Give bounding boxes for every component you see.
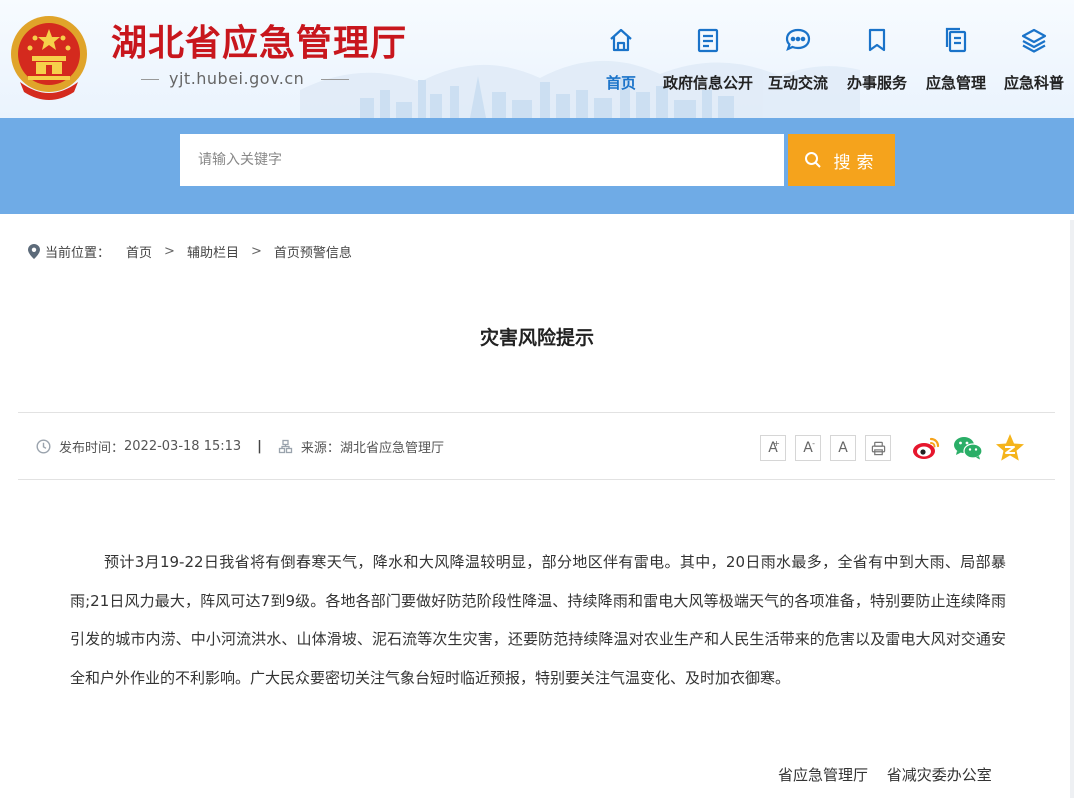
nav-item-emergency-mgmt[interactable]: 应急管理	[922, 22, 990, 102]
nav-item-interaction[interactable]: 互动交流	[764, 22, 832, 102]
source-name: 湖北省应急管理厅	[339, 441, 444, 456]
font-increase-button[interactable]: A +	[760, 435, 786, 461]
site-domain: yjt.hubei.gov.cn	[169, 69, 305, 88]
nav-item-science[interactable]: 应急科普	[1000, 22, 1068, 102]
publish-time-label: 发布时间：	[59, 441, 125, 456]
nav-label: 政府信息公开	[662, 74, 753, 92]
weibo-share-icon[interactable]	[910, 432, 942, 464]
site-header: 湖北省应急管理厅 yjt.hubei.gov.cn 首页 政府信息公开 互动交流	[0, 0, 1074, 118]
source-label: 来源：	[300, 441, 340, 456]
qzone-share-icon[interactable]	[994, 432, 1026, 464]
search-input[interactable]	[180, 134, 784, 186]
national-emblem-logo	[11, 16, 87, 100]
breadcrumb-link-home[interactable]: 首页	[126, 242, 152, 261]
domain-left-line	[141, 79, 159, 80]
article-title: 灾害风险提示	[479, 327, 594, 349]
breadcrumb: 当前位置： 首页 > 辅助栏目 > 首页预警信息	[28, 242, 352, 261]
font-reset-label: A	[838, 440, 848, 456]
source-icon	[278, 439, 293, 454]
nav-item-home[interactable]: 首页	[600, 22, 642, 102]
location-pin-icon	[28, 244, 40, 259]
font-decrease-button[interactable]: A-	[795, 435, 821, 461]
clock-icon	[36, 439, 51, 454]
site-title: 湖北省应急管理厅	[111, 23, 408, 64]
nav-label: 互动交流	[767, 74, 828, 92]
nav-label: 应急科普	[1003, 74, 1064, 92]
search-icon	[804, 152, 821, 168]
print-button[interactable]	[865, 435, 891, 461]
search-button[interactable]: 搜索	[788, 134, 895, 186]
breadcrumb-separator: >	[164, 244, 175, 259]
scrollbar-track[interactable]	[1070, 220, 1074, 798]
article-body: 预计3月19-22日我省将有倒春寒天气，降水和大风降温较明显，部分地区伴有雷电。…	[70, 553, 1006, 687]
breadcrumb-link-auxiliary[interactable]: 辅助栏目	[187, 242, 239, 261]
nav-label: 应急管理	[925, 74, 986, 92]
printer-icon	[871, 441, 885, 455]
font-reset-button[interactable]: A	[830, 435, 856, 461]
article-tools: A + A- A	[760, 432, 1026, 464]
article-meta: 发布时间： 2022-03-18 15:13 | 来源： 湖北省应急管理厅	[36, 437, 444, 456]
title-divider	[18, 412, 1055, 413]
meta-separator: |	[257, 439, 262, 454]
publish-time: 2022-03-18 15:13	[124, 439, 242, 454]
meta-divider	[18, 479, 1055, 480]
wechat-share-icon[interactable]	[952, 432, 984, 464]
breadcrumb-link-warnings[interactable]: 首页预警信息	[274, 242, 352, 261]
home-icon	[610, 28, 632, 52]
nav-label: 办事服务	[846, 74, 907, 92]
article-signature: 省应急管理厅 省减灾委办公室	[778, 766, 992, 784]
search-band: 搜索	[0, 118, 1074, 214]
files-icon	[945, 27, 967, 53]
nav-item-services[interactable]: 办事服务	[843, 22, 911, 102]
nav-label: 首页	[605, 74, 636, 92]
breadcrumb-separator: >	[250, 244, 262, 259]
layers-icon	[1021, 28, 1047, 53]
search-button-label: 搜索	[833, 152, 880, 173]
chat-icon	[785, 28, 811, 52]
document-icon	[697, 28, 719, 53]
breadcrumb-label: 当前位置：	[45, 246, 111, 261]
nav-item-gov-info[interactable]: 政府信息公开	[658, 22, 758, 102]
bookmark-icon	[868, 28, 886, 52]
domain-right-line	[321, 79, 349, 80]
